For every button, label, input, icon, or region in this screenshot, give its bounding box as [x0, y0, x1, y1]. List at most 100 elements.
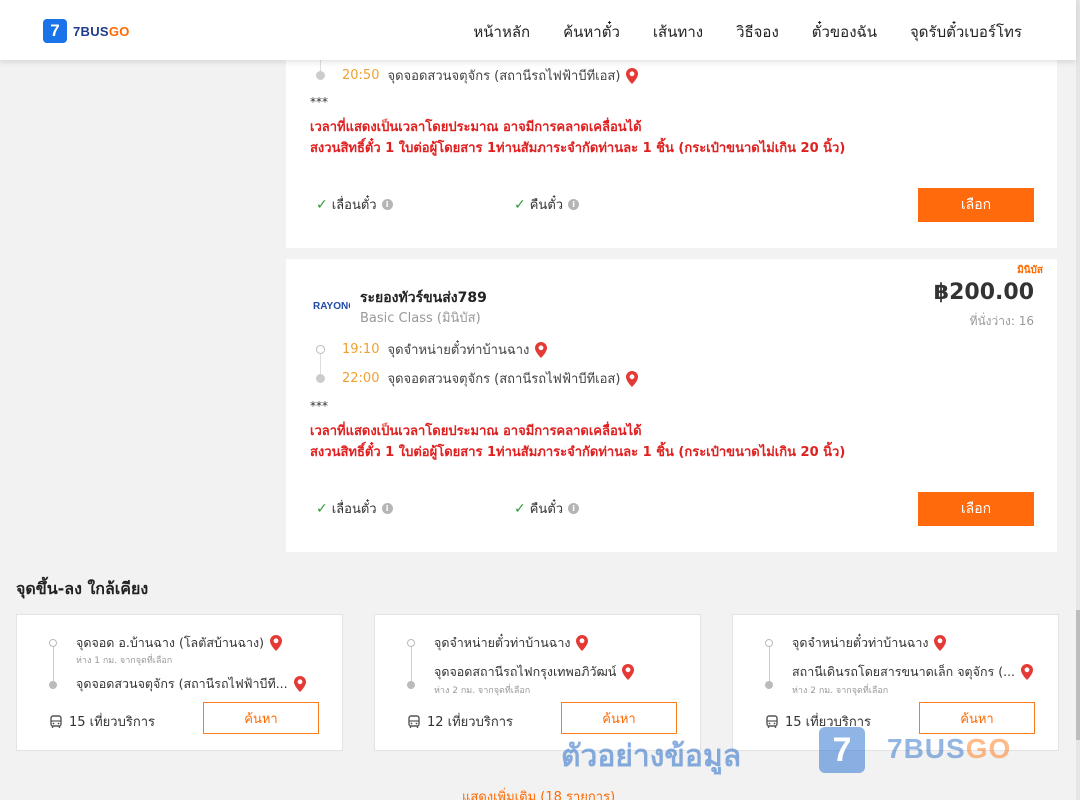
map-pin-icon[interactable]	[622, 664, 635, 680]
page-scrollbar[interactable]	[1076, 0, 1080, 800]
feature-change-ticket: ✓ เลื่อนตั๋ว i	[316, 498, 393, 519]
note-stars: ***	[310, 399, 328, 413]
nav-how-to-book[interactable]: วิธีจอง	[736, 20, 779, 44]
feature-refund-ticket: ✓ คืนตั๋ว i	[514, 498, 580, 519]
logo-mark: 7	[43, 19, 67, 43]
nearby-from-name: จุดจำหน่ายตั๋วท่าบ้านฉาง	[434, 635, 571, 650]
departure-stop: 19:10 จุดจำหน่ายตั๋วท่าบ้านฉาง	[316, 339, 548, 360]
nearby-from-name: จุดจำหน่ายตั๋วท่าบ้านฉาง	[792, 635, 929, 650]
service-class: Basic Class (มินิบัส)	[360, 311, 481, 326]
watermark-text: ตัวอย่างข้อมูล	[561, 739, 742, 774]
nav-home[interactable]: หน้าหลัก	[473, 20, 530, 44]
warning-baggage: สงวนสิทธิ์ตั๋ว 1 ใบต่อผู้โดยสาร 1ท่านสัม…	[310, 445, 846, 460]
arrival-stop-name: จุดจอดสวนจตุจักร (สถานีรถไฟฟ้าบีทีเอส)	[387, 69, 621, 84]
map-pin-icon[interactable]	[934, 635, 947, 651]
departure-stop-name: จุดจำหน่ายตั๋วท่าบ้านฉาง	[387, 343, 530, 358]
info-icon[interactable]: i	[568, 199, 580, 210]
stop-dot	[407, 681, 415, 689]
check-icon: ✓	[514, 500, 526, 517]
nearby-from: จุดจำหน่ายตั๋วท่าบ้านฉาง	[434, 633, 589, 653]
info-icon[interactable]: i	[381, 199, 393, 210]
trip-card: มินิบัส RAYONG ระยองทัวร์ขนส่ง789 Basic …	[286, 259, 1057, 552]
nearby-route-card: จุดจอด อ.บ้านฉาง (โลตัสบ้านฉาง) ห่าง 1 ก…	[16, 614, 343, 751]
trip-card: 20:50 จุดจอดสวนจตุจักร (สถานีรถไฟฟ้าบีที…	[286, 50, 1057, 248]
map-pin-icon[interactable]	[576, 635, 589, 651]
note-stars: ***	[310, 95, 328, 109]
arrival-time: 20:50	[342, 68, 380, 83]
stop-dot	[316, 374, 325, 383]
seats-available: ที่นั่งว่าง: 16	[969, 314, 1034, 328]
site-logo[interactable]: 7 7BUSGO	[43, 19, 130, 43]
search-button[interactable]: ค้นหา	[561, 702, 677, 734]
feature-label: เลื่อนตั๋ว	[331, 502, 377, 517]
nav-my-tickets[interactable]: ตั๋วของฉัน	[812, 20, 877, 44]
map-pin-icon[interactable]	[535, 341, 548, 358]
search-button[interactable]: ค้นหา	[203, 702, 319, 734]
feature-label: คืนตั๋ว	[529, 502, 564, 517]
trip-count: 12 เที่ยวบริการ	[407, 711, 513, 732]
scrollbar-thumb[interactable]	[1076, 610, 1080, 740]
logo-text: 7BUSGO	[73, 23, 130, 39]
nav-search-ticket[interactable]: ค้นหาตั๋ว	[563, 20, 620, 44]
bus-icon	[766, 714, 778, 728]
arrival-time: 22:00	[342, 371, 380, 386]
nearby-to-name: จุดจอดสถานีรถไฟกรุงเทพอภิวัฒน์	[434, 664, 617, 679]
stop-dot	[765, 639, 773, 647]
map-pin-icon[interactable]	[626, 370, 639, 387]
stop-dot	[316, 71, 325, 80]
departure-time: 19:10	[342, 342, 380, 357]
feature-label: เลื่อนตั๋ว	[331, 198, 377, 213]
stop-dot	[316, 345, 325, 354]
arrival-stop-name: จุดจอดสวนจตุจักร (สถานีรถไฟฟ้าบีทีเอส)	[387, 372, 621, 387]
route-line	[411, 646, 412, 683]
svg-text:RAYONG: RAYONG	[313, 301, 350, 312]
ticket-price: ฿200.00	[933, 280, 1034, 305]
stop-dot	[765, 681, 773, 689]
main-nav: หน้าหลัก ค้นหาตั๋ว เส้นทาง วิธีจอง ตั๋วข…	[440, 20, 1022, 44]
nearby-from: จุดจอด อ.บ้านฉาง (โลตัสบ้านฉาง)	[76, 633, 282, 653]
bus-icon	[50, 714, 62, 728]
nearby-from-name: จุดจอด อ.บ้านฉาง (โลตัสบ้านฉาง)	[76, 635, 264, 650]
info-icon[interactable]: i	[568, 503, 580, 514]
feature-change-ticket: ✓ เลื่อนตั๋ว i	[316, 194, 393, 215]
bus-icon	[408, 714, 420, 728]
stop-dot	[49, 681, 57, 689]
nearby-to: จุดจอดสถานีรถไฟกรุงเทพอภิวัฒน์	[434, 662, 635, 682]
operator-logo: RAYONG	[312, 299, 350, 312]
stop-dot	[49, 639, 57, 647]
select-button[interactable]: เลือก	[918, 492, 1034, 526]
info-icon[interactable]: i	[381, 503, 393, 514]
route-line	[769, 646, 770, 683]
feature-refund-ticket: ✓ คืนตั๋ว i	[514, 194, 580, 215]
nearby-distance: ห่าง 2 กม. จากจุดที่เลือก	[792, 686, 889, 696]
map-pin-icon[interactable]	[626, 67, 639, 84]
check-icon: ✓	[514, 196, 526, 213]
warning-baggage: สงวนสิทธิ์ตั๋ว 1 ใบต่อผู้โดยสาร 1ท่านสัม…	[310, 141, 846, 156]
warning-time: เวลาที่แสดงเป็นเวลาโดยประมาณ อาจมีการคลา…	[310, 120, 642, 135]
select-button[interactable]: เลือก	[918, 188, 1034, 222]
nearby-route-card: จุดจำหน่ายตั๋วท่าบ้านฉาง จุดจอดสถานีรถไฟ…	[374, 614, 701, 751]
map-pin-icon[interactable]	[269, 635, 282, 651]
stop-dot	[407, 639, 415, 647]
nearby-route-card: จุดจำหน่ายตั๋วท่าบ้านฉาง สถานีเดินรถโดยส…	[732, 614, 1059, 751]
trip-count-label: 12 เที่ยวบริการ	[427, 715, 513, 730]
nearby-distance: ห่าง 1 กม. จากจุดที่เลือก	[76, 656, 173, 666]
show-more-link[interactable]: แสดงเพิ่มเติม (18 รายการ)	[462, 786, 615, 800]
nav-ticket-points[interactable]: จุดรับตั๋วเบอร์โทร	[910, 20, 1022, 44]
search-button[interactable]: ค้นหา	[919, 702, 1035, 734]
watermark-logo-mark: 7	[819, 727, 865, 773]
nearby-section-title: จุดขึ้น-ลง ใกล้เคียง	[16, 579, 149, 598]
route-line	[53, 646, 54, 683]
nav-routes[interactable]: เส้นทาง	[653, 20, 703, 44]
map-pin-icon[interactable]	[1021, 664, 1034, 680]
nearby-to: จุดจอดสวนจตุจักร (สถานีรถไฟฟ้าบีที...	[76, 674, 306, 694]
check-icon: ✓	[316, 500, 328, 517]
nearby-to: สถานีเดินรถโดยสารขนาดเล็ก จตุจักร (...	[792, 662, 1034, 682]
trip-count: 15 เที่ยวบริการ	[49, 711, 155, 732]
nearby-distance: ห่าง 2 กม. จากจุดที่เลือก	[434, 686, 531, 696]
feature-label: คืนตั๋ว	[529, 198, 564, 213]
check-icon: ✓	[316, 196, 328, 213]
arrival-stop: 22:00 จุดจอดสวนจตุจักร (สถานีรถไฟฟ้าบีที…	[316, 368, 639, 389]
map-pin-icon[interactable]	[293, 676, 306, 692]
arrival-stop: 20:50 จุดจอดสวนจตุจักร (สถานีรถไฟฟ้าบีที…	[316, 65, 639, 86]
